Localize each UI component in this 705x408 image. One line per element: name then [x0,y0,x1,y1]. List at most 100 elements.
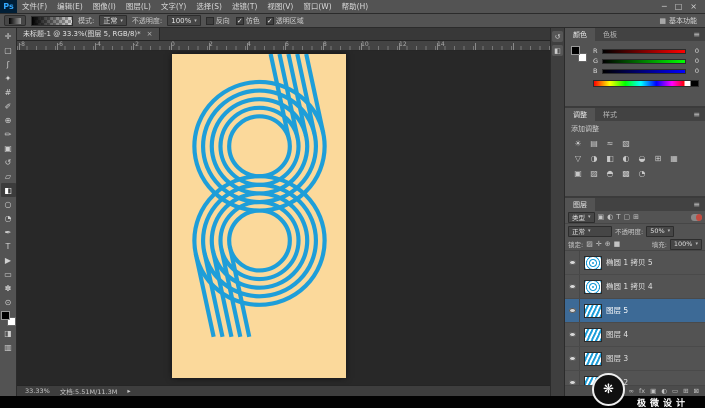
menu-filter[interactable]: 滤镜(T) [227,0,262,13]
lock-icon[interactable]: ⊕ [605,240,611,248]
clone-stamp-tool[interactable]: ▣ [1,141,16,155]
foreground-color-swatch[interactable] [1,311,10,320]
pen-tool[interactable]: ✒ [1,225,16,239]
layer-opacity-dropdown[interactable]: 50% [646,226,674,237]
menu-file[interactable]: 文件(F) [17,0,52,13]
tab-color[interactable]: 颜色 [565,28,595,41]
marquee-tool[interactable]: ▢ [1,43,16,57]
delete-layer-icon[interactable]: ⊠ [694,387,699,395]
layer-thumbnail[interactable] [584,256,602,270]
screen-mode-icon[interactable]: ▥ [1,340,16,354]
layer-filter-icon[interactable]: ◐ [607,213,613,221]
lock-icon[interactable]: ■ [614,240,621,248]
adjustment-icon[interactable]: ▧ [619,137,633,150]
layer-row[interactable]: 图层 2 [565,371,705,385]
blur-tool[interactable]: ○ [1,197,16,211]
layer-row[interactable]: 椭圆 1 拷贝 5 [565,251,705,275]
minimize-button[interactable]: ─ [662,2,667,11]
panel-menu-icon[interactable]: ≡ [688,108,705,121]
menu-view[interactable]: 视图(V) [262,0,298,13]
layer-style-icon[interactable]: fx [639,387,645,395]
layer-row[interactable]: 椭圆 1 拷贝 4 [565,275,705,299]
collapsed-properties-panel-icon[interactable]: ◧ [552,45,563,56]
adjustment-icon[interactable]: ◐ [619,152,633,165]
adjustment-icon[interactable]: ≈ [603,137,617,150]
visibility-toggle[interactable] [565,347,580,370]
zoom-level[interactable]: 33.33% [25,387,50,395]
layer-row[interactable]: 图层 4 [565,323,705,347]
canvas-area[interactable] [17,51,550,385]
layer-filter-icon[interactable]: ▣ [598,213,605,221]
maximize-button[interactable]: □ [675,2,683,11]
tab-layers[interactable]: 图层 [565,198,595,211]
menu-window[interactable]: 窗口(W) [298,0,336,13]
tool-preset-picker[interactable] [4,15,26,26]
layer-row[interactable]: 图层 5 [565,299,705,323]
adjustment-icon[interactable]: ◒ [635,152,649,165]
adjustment-icon[interactable]: ▩ [619,167,633,180]
color-spectrum-bar[interactable] [593,80,699,87]
layer-filter-icon[interactable]: T [616,213,620,221]
visibility-toggle[interactable] [565,299,580,322]
opacity-dropdown[interactable]: 100% [167,15,201,26]
visibility-toggle[interactable] [565,251,580,274]
channel-slider[interactable] [602,49,686,54]
tab-styles[interactable]: 样式 [595,108,625,121]
menu-type[interactable]: 文字(Y) [156,0,191,13]
menu-image[interactable]: 图像(I) [88,0,121,13]
layer-fill-dropdown[interactable]: 100% [670,239,702,250]
crop-tool[interactable]: # [1,85,16,99]
lock-icon[interactable]: ▨ [586,240,593,248]
status-menu-arrow[interactable]: ▸ [127,387,130,395]
layer-group-icon[interactable]: ▭ [672,387,678,395]
menu-edit[interactable]: 编辑(E) [52,0,88,13]
foreground-color-swatch[interactable] [571,46,580,55]
reverse-checkbox[interactable]: 反向 [206,16,230,26]
visibility-toggle[interactable] [565,323,580,346]
layer-filter-icon[interactable]: ⊞ [633,213,639,221]
layer-thumbnail[interactable] [584,304,602,318]
gradient-editor-preview[interactable] [31,16,73,26]
panel-menu-icon[interactable]: ≡ [688,28,705,41]
layer-row[interactable]: 图层 3 [565,347,705,371]
tab-close-icon[interactable]: × [147,30,153,38]
adjustment-icon[interactable]: ⊞ [651,152,665,165]
visibility-toggle[interactable] [565,371,580,385]
layer-thumbnail[interactable] [584,328,602,342]
mode-dropdown[interactable]: 正常 [99,15,127,26]
workspace-switcher[interactable]: ▦ 基本功能 [655,16,701,26]
adjustment-icon[interactable]: ▨ [587,167,601,180]
layer-filter-type-dropdown[interactable]: 类型 [568,212,595,223]
adjustment-icon[interactable]: ◑ [587,152,601,165]
dodge-tool[interactable]: ◔ [1,211,16,225]
menu-select[interactable]: 选择(S) [191,0,227,13]
layer-thumbnail[interactable] [584,352,602,366]
artboard[interactable] [172,54,346,378]
gradient-tool[interactable]: ◧ [1,183,16,197]
move-tool[interactable]: ✛ [1,29,16,43]
tab-swatches[interactable]: 色板 [595,28,625,41]
dither-checkbox[interactable]: 仿色 [236,16,260,26]
adjustment-icon[interactable]: ☀ [571,137,585,150]
eraser-tool[interactable]: ▱ [1,169,16,183]
adjustment-icon[interactable]: ▣ [571,167,585,180]
channel-slider[interactable] [602,69,686,74]
layer-mask-icon[interactable]: ▣ [650,387,656,395]
adjustment-icon[interactable]: ◓ [603,167,617,180]
transparency-checkbox[interactable]: 透明区域 [266,16,304,26]
visibility-toggle[interactable] [565,275,580,298]
zoom-tool[interactable]: ⊙ [1,295,16,309]
eyedropper-tool[interactable]: ✐ [1,99,16,113]
blend-mode-dropdown[interactable]: 正常 [568,226,612,237]
panel-menu-icon[interactable]: ≡ [688,198,705,211]
new-layer-icon[interactable]: ⊞ [683,387,688,395]
tab-adjustments[interactable]: 调整 [565,108,595,121]
collapsed-history-panel-icon[interactable]: ↺ [552,31,563,42]
quick-selection-tool[interactable]: ✦ [1,71,16,85]
menu-help[interactable]: 帮助(H) [337,0,374,13]
menu-layer[interactable]: 图层(L) [121,0,156,13]
layer-thumbnail[interactable] [584,280,602,294]
quick-mask-icon[interactable]: ◨ [1,326,16,340]
path-selection-tool[interactable]: ▶ [1,253,16,267]
hand-tool[interactable]: ✽ [1,281,16,295]
